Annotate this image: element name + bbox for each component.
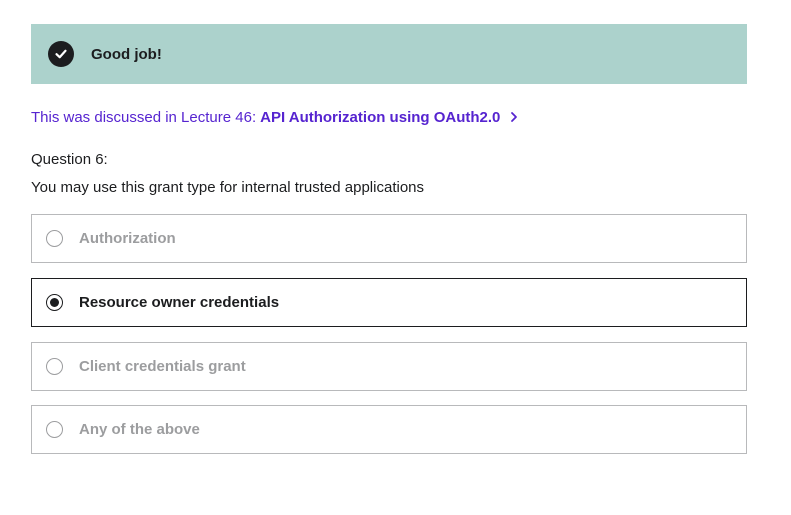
answer-option-resource-owner-credentials[interactable]: Resource owner credentials: [31, 278, 747, 327]
radio-button[interactable]: [46, 230, 63, 247]
radio-button[interactable]: [46, 358, 63, 375]
success-alert: Good job!: [31, 24, 747, 84]
question-number: Question 6:: [31, 151, 108, 168]
radio-button-selected[interactable]: [46, 294, 63, 311]
lecture-reference-title[interactable]: API Authorization using OAuth2.0: [260, 109, 500, 126]
answer-option-label: Resource owner credentials: [79, 294, 280, 311]
answer-option-any-of-the-above[interactable]: Any of the above: [31, 405, 747, 454]
quiz-result-page: Good job! This was discussed in Lecture …: [0, 0, 791, 515]
radio-selected-dot: [50, 298, 59, 307]
question-prompt: You may use this grant type for internal…: [31, 179, 425, 196]
check-circle-icon: [48, 41, 74, 67]
radio-button[interactable]: [46, 421, 63, 438]
answer-option-authorization[interactable]: Authorization: [31, 214, 747, 263]
lecture-reference-prefix: This was discussed in Lecture 46:: [31, 108, 257, 126]
lecture-reference-link[interactable]: This was discussed in Lecture 46: API Au…: [31, 106, 518, 128]
answer-option-label: Authorization: [79, 230, 176, 247]
alert-message: Good job!: [91, 45, 162, 63]
answer-option-label: Any of the above: [79, 421, 200, 438]
chevron-right-icon[interactable]: [510, 111, 518, 123]
answer-option-label: Client credentials grant: [79, 358, 246, 375]
answer-option-client-credentials-grant[interactable]: Client credentials grant: [31, 342, 747, 391]
